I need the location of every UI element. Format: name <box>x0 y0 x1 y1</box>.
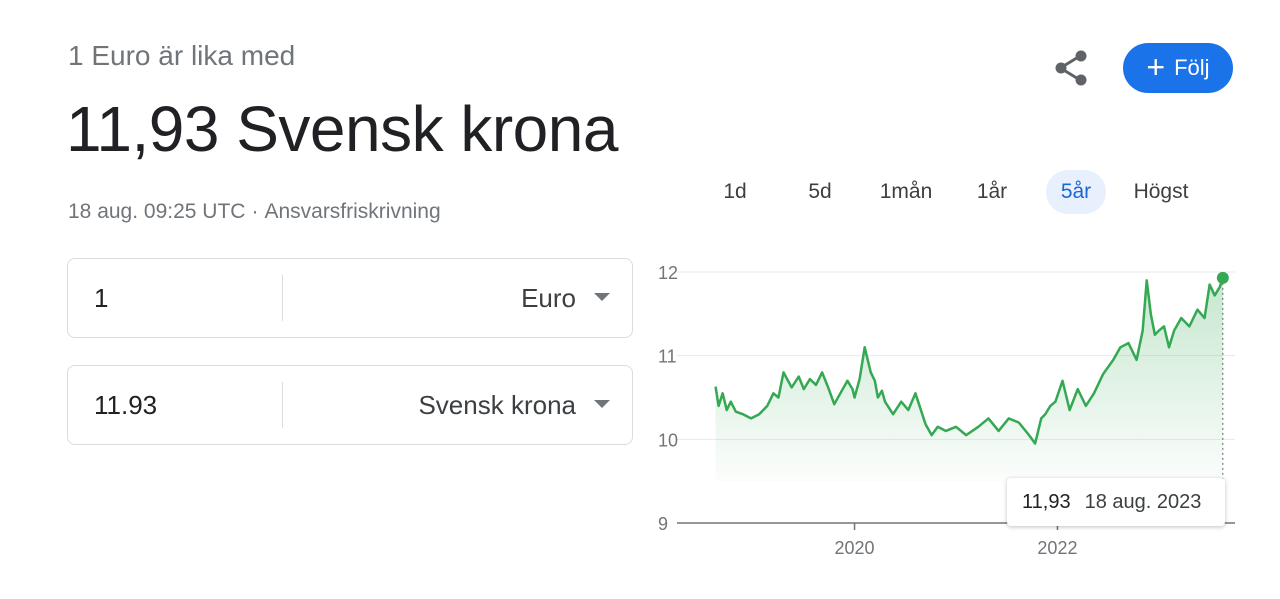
from-currency-select[interactable]: Euro <box>521 259 576 337</box>
share-icon <box>1055 50 1087 86</box>
disclaimer-link[interactable]: Ansvarsfriskrivning <box>264 200 440 223</box>
divider <box>282 275 283 321</box>
tooltip-date: 18 aug. 2023 <box>1084 490 1202 513</box>
follow-label: Följ <box>1174 55 1210 80</box>
x-tick-label: 2022 <box>1037 538 1077 558</box>
tab-1man[interactable]: 1mån <box>872 170 940 214</box>
to-currency-select[interactable]: Svensk krona <box>418 366 576 444</box>
y-tick-label: 9 <box>658 514 668 534</box>
x-tick-label: 2020 <box>835 538 875 558</box>
conversion-result: 11,93 Svensk krona <box>66 93 618 165</box>
separator: · <box>251 200 259 223</box>
range-tabs: 1d 5d 1mån 1år 5år Högst <box>700 170 1220 214</box>
tooltip-value: 11,93 <box>1022 490 1071 513</box>
tab-hogst[interactable]: Högst <box>1126 170 1196 214</box>
to-amount-input[interactable]: 11.93 <box>94 366 157 444</box>
chart-tooltip: 11,93 18 aug. 2023 <box>1007 478 1225 526</box>
from-currency-row: 1 Euro <box>67 258 633 338</box>
y-tick-label: 11 <box>658 347 677 367</box>
y-tick-label: 10 <box>658 430 678 450</box>
tab-1ar[interactable]: 1år <box>968 170 1016 214</box>
tab-5d[interactable]: 5d <box>798 170 842 214</box>
timestamp: 18 aug. 09:25 UTC <box>68 200 246 223</box>
tab-1d[interactable]: 1d <box>712 170 758 214</box>
share-button[interactable] <box>1052 48 1092 88</box>
conversion-subtitle: 1 Euro är lika med <box>68 40 296 71</box>
dropdown-arrow-icon[interactable] <box>594 400 610 408</box>
timestamp-line: 18 aug. 09:25 UTC · Ansvarsfriskrivning <box>68 200 441 224</box>
y-tick-label: 12 <box>658 263 678 283</box>
from-amount-input[interactable]: 1 <box>94 259 108 337</box>
follow-button[interactable]: + Följ <box>1123 43 1233 93</box>
to-currency-row: 11.93 Svensk krona <box>67 365 633 445</box>
dropdown-arrow-icon[interactable] <box>594 293 610 301</box>
current-point <box>1216 271 1229 284</box>
area-fill <box>715 277 1223 482</box>
plus-icon: + <box>1146 48 1166 85</box>
divider <box>282 382 283 428</box>
tab-5ar[interactable]: 5år <box>1046 170 1106 214</box>
